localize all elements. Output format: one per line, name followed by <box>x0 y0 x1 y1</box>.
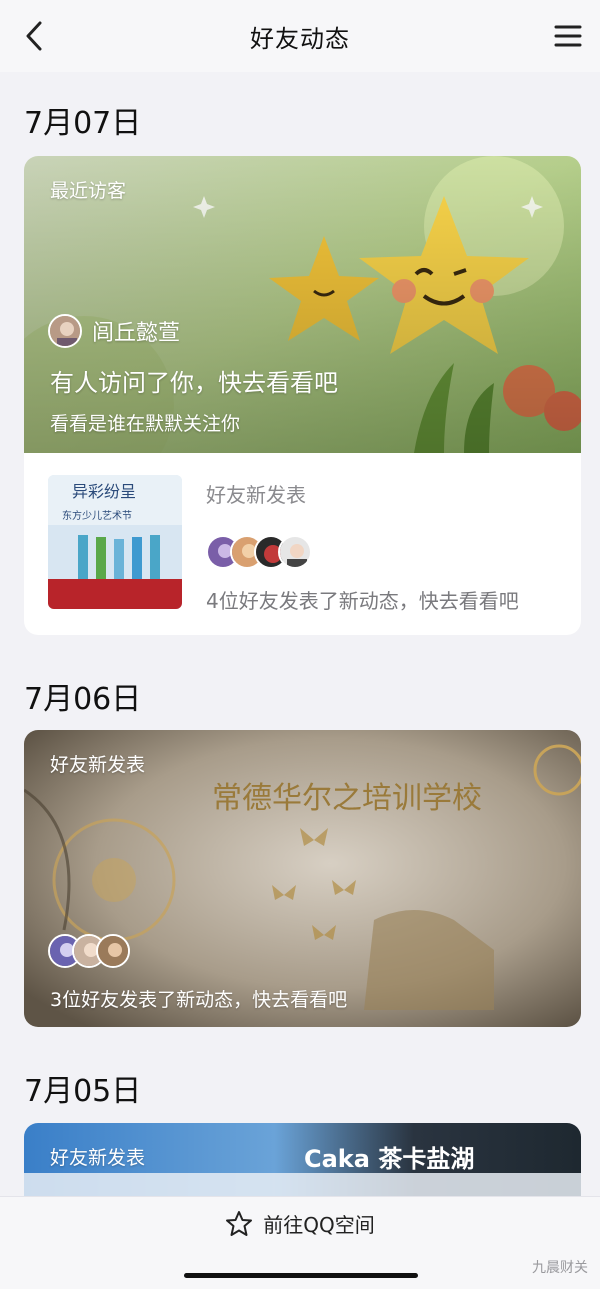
friend-avatar-stack[interactable] <box>48 934 130 968</box>
page-title: 好友动态 <box>250 24 350 53</box>
feed-card-posts[interactable]: 常德华尔之培训学校 好友新发表 3位好友发表了新动态，快去看看吧 <box>24 730 581 1027</box>
avatar[interactable] <box>48 314 82 348</box>
card-headline: 有人访问了你，快去看看吧 <box>50 369 338 397</box>
photo-text: Caka 茶卡盐湖 <box>304 1145 474 1173</box>
avatar <box>278 535 312 569</box>
card-tag: 最近访客 <box>50 180 127 202</box>
date-header: 7月06日 <box>24 682 142 717</box>
goto-qzone-button[interactable]: 前往QQ空间 <box>0 1209 600 1238</box>
nav-bar: 好友动态 <box>0 0 600 72</box>
chevron-left-icon[interactable] <box>18 18 54 54</box>
sub-label: 好友新发表 <box>206 483 306 507</box>
feed-card-visitors[interactable]: 最近访客 闾丘懿萱 有人访问了你，快去看看吧 看看是谁在默默关注你 异彩纷呈 东… <box>24 156 581 635</box>
visitor-banner[interactable]: 最近访客 闾丘懿萱 有人访问了你，快去看看吧 看看是谁在默默关注你 <box>24 156 581 453</box>
post-thumbnail[interactable]: 异彩纷呈 东方少儿艺术节 <box>48 475 182 609</box>
date-header: 7月05日 <box>24 1074 142 1109</box>
visitor-name[interactable]: 闾丘懿萱 <box>92 315 180 347</box>
card-description: 3位好友发表了新动态，快去看看吧 <box>50 989 348 1011</box>
date-header: 7月07日 <box>24 106 142 141</box>
bottom-bar: 前往QQ空间 九晨财关 <box>0 1196 600 1289</box>
thumb-caption: 东方少儿艺术节 <box>62 509 132 522</box>
thumb-caption: 异彩纷呈 <box>72 482 136 501</box>
friend-posts-info: 好友新发表 4位好友发表了新动态，快去看看吧 <box>206 475 557 613</box>
post-banner[interactable]: Caka 茶卡盐湖 好友新发表 <box>24 1123 581 1196</box>
photo-text: 常德华尔之培训学校 <box>212 781 482 816</box>
card-subline: 看看是谁在默默关注你 <box>50 413 241 435</box>
sub-description: 4位好友发表了新动态，快去看看吧 <box>206 589 519 613</box>
card-tag: 好友新发表 <box>50 1147 146 1169</box>
friend-posts-row[interactable]: 异彩纷呈 东方少儿艺术节 好友新发表 4位好友发表了新动态，快去看看吧 <box>24 453 581 633</box>
friend-avatar-stack[interactable] <box>206 535 312 569</box>
feed-card-posts[interactable]: Caka 茶卡盐湖 好友新发表 <box>24 1123 581 1196</box>
home-indicator[interactable] <box>184 1273 418 1278</box>
avatar <box>96 934 130 968</box>
post-banner[interactable]: 常德华尔之培训学校 好友新发表 3位好友发表了新动态，快去看看吧 <box>24 730 581 1027</box>
visitor-row[interactable]: 闾丘懿萱 <box>48 314 180 348</box>
star-outline-icon <box>226 1210 253 1236</box>
hamburger-menu-icon[interactable] <box>550 18 586 54</box>
goto-qzone-label: 前往QQ空间 <box>263 1213 375 1237</box>
watermark: 九晨财关 <box>532 1260 588 1276</box>
card-tag: 好友新发表 <box>50 754 146 776</box>
